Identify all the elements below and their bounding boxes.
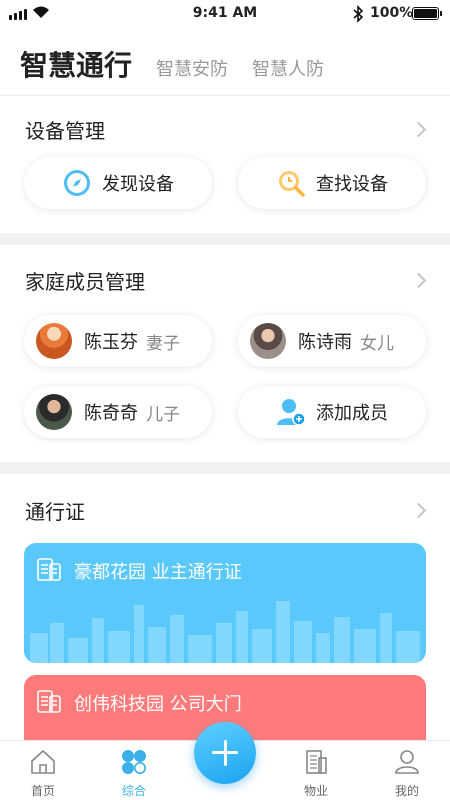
header-divider <box>0 95 450 96</box>
member-card[interactable]: 陈诗雨 女儿 <box>238 315 426 367</box>
member-name: 陈奇奇 <box>84 403 138 424</box>
device-more-chevron-icon[interactable] <box>410 121 427 138</box>
tab-smart-access[interactable]: 智慧通行 <box>20 44 132 84</box>
bluetooth-icon <box>353 5 364 23</box>
family-more-chevron-icon[interactable] <box>410 272 427 289</box>
nav-label: 我的 <box>394 784 419 798</box>
member-relation: 儿子 <box>146 404 180 425</box>
member-name: 陈玉芬 <box>84 332 138 353</box>
pass-more-chevron-icon[interactable] <box>410 502 427 519</box>
nav-general[interactable]: 综合 <box>99 748 169 799</box>
nav-label: 综合 <box>121 784 146 798</box>
pass-section-title: 通行证 <box>25 500 85 524</box>
device-section-title: 设备管理 <box>25 119 105 143</box>
nav-label: 首页 <box>30 784 55 798</box>
section-gap <box>0 233 450 245</box>
section-gap <box>0 462 450 474</box>
tab-smart-defense[interactable]: 智慧人防 <box>252 55 324 81</box>
home-icon <box>31 749 55 774</box>
member-name: 陈诗雨 <box>298 332 352 353</box>
pass-card-label: 创伟科技园 公司大门 <box>74 694 242 715</box>
pass-card-blue[interactable]: 豪都花园 业主通行证 <box>24 543 426 663</box>
add-member-label: 添加成员 <box>316 403 388 424</box>
document-icon <box>37 558 61 581</box>
discover-device-label: 发现设备 <box>102 174 174 195</box>
discover-device-button[interactable]: 发现设备 <box>24 157 212 209</box>
member-card[interactable]: 陈玉芬 妻子 <box>24 315 212 367</box>
document-icon <box>37 690 61 713</box>
magnifier-icon <box>279 171 305 197</box>
pass-card-label: 豪都花园 业主通行证 <box>74 562 242 583</box>
find-device-label: 查找设备 <box>316 174 388 195</box>
status-bar: 9:41 AM 100% <box>0 0 450 28</box>
avatar <box>250 323 286 359</box>
nav-label: 物业 <box>303 784 328 798</box>
family-section-title: 家庭成员管理 <box>25 270 145 294</box>
user-icon <box>395 750 419 774</box>
tab-smart-security[interactable]: 智慧安防 <box>156 55 228 81</box>
battery-percent: 100% <box>370 5 414 21</box>
compass-icon <box>64 170 90 196</box>
add-fab-button[interactable] <box>194 722 256 784</box>
avatar <box>36 323 72 359</box>
avatar <box>36 394 72 430</box>
member-relation: 妻子 <box>146 333 180 354</box>
add-member-button[interactable]: 添加成员 <box>238 386 426 438</box>
member-relation: 女儿 <box>360 333 394 354</box>
add-user-icon <box>277 399 306 426</box>
battery-icon <box>412 7 442 20</box>
nav-property[interactable]: 物业 <box>281 748 351 799</box>
find-device-button[interactable]: 查找设备 <box>238 157 426 209</box>
header-tabs: 智慧通行 智慧安防 智慧人防 <box>20 44 324 84</box>
city-skyline-graphic <box>30 601 420 663</box>
building-icon <box>306 750 327 774</box>
nav-mine[interactable]: 我的 <box>372 748 442 799</box>
member-card[interactable]: 陈奇奇 儿子 <box>24 386 212 438</box>
nav-home[interactable]: 首页 <box>8 748 78 799</box>
grid-icon <box>122 750 146 774</box>
